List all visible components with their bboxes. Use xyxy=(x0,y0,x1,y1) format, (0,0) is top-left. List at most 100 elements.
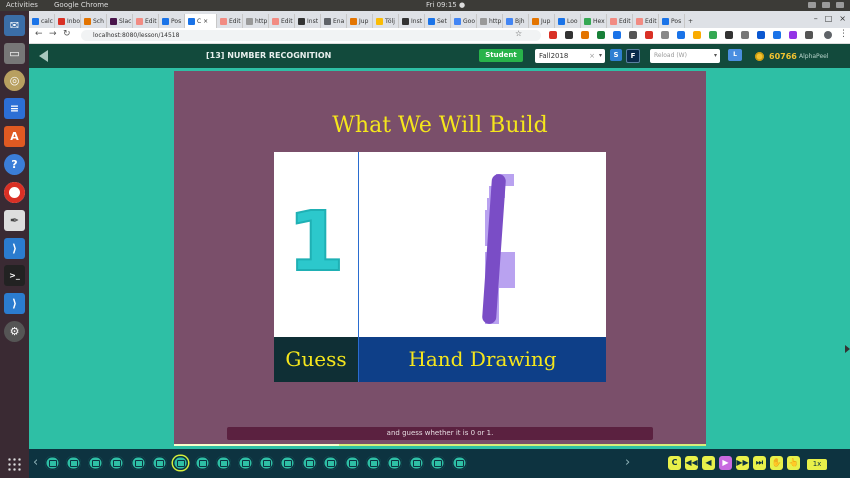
slide-thumbnail[interactable] xyxy=(408,456,424,470)
slide-thumbnail[interactable] xyxy=(45,456,60,470)
inkscape-icon[interactable]: ✒ xyxy=(4,210,25,231)
reload-select[interactable]: Reload (W) ▾ xyxy=(650,49,720,63)
files-icon[interactable]: ▭ xyxy=(4,43,25,64)
extension-icon[interactable] xyxy=(597,31,605,39)
browser-tab[interactable]: Ena xyxy=(321,14,347,28)
chevron-down-icon[interactable]: ▾ xyxy=(599,49,602,63)
reload-icon[interactable]: ↻ xyxy=(63,29,71,39)
extension-icon[interactable] xyxy=(805,31,813,39)
extension-icon[interactable] xyxy=(709,31,717,39)
slide-thumbnail[interactable] xyxy=(152,456,167,470)
extension-icon[interactable] xyxy=(773,31,781,39)
browser-tab[interactable]: Inbo xyxy=(55,14,81,28)
browser-tab[interactable]: Edit xyxy=(633,14,659,28)
player-control-button[interactable]: ▶ xyxy=(719,456,732,470)
browser-tab[interactable]: Jup xyxy=(529,14,555,28)
browser-tab[interactable]: Pos xyxy=(659,14,685,28)
system-tray[interactable] xyxy=(808,2,844,8)
activities-button[interactable]: Activities xyxy=(6,1,38,9)
browser-tab[interactable]: Tölj xyxy=(373,14,399,28)
student-button[interactable]: Student xyxy=(479,49,523,62)
extension-icon[interactable] xyxy=(549,31,557,39)
close-window-icon[interactable]: × xyxy=(839,14,846,23)
slide-thumbnail[interactable] xyxy=(130,456,146,470)
new-tab-button[interactable]: + xyxy=(685,14,699,28)
slide-thumbnail[interactable] xyxy=(430,456,446,470)
player-control-button[interactable]: ⏭ xyxy=(753,456,766,470)
player-control-button[interactable]: ◀ xyxy=(702,456,715,470)
document-icon[interactable]: ≡ xyxy=(4,98,25,119)
extension-icon[interactable] xyxy=(741,31,749,39)
user-name[interactable]: AlphaPeel xyxy=(799,53,829,60)
extension-icon[interactable] xyxy=(565,31,573,39)
minimize-icon[interactable]: – xyxy=(814,14,818,23)
extension-icon[interactable] xyxy=(613,31,621,39)
extension-icon[interactable] xyxy=(581,31,589,39)
extension-icon[interactable] xyxy=(629,31,637,39)
player-control-button[interactable]: ✋ xyxy=(770,456,783,470)
slide-thumbnail[interactable] xyxy=(194,456,210,470)
slide-thumbnail[interactable] xyxy=(366,456,381,470)
updater-icon[interactable]: ⚙ xyxy=(4,321,25,342)
browser-tab[interactable]: Pos xyxy=(159,14,185,28)
slide-thumbnail[interactable] xyxy=(173,456,189,470)
player-control-button[interactable]: ▶▶ xyxy=(736,456,749,470)
terminal-icon[interactable]: >_ xyxy=(4,265,25,286)
show-apps-icon[interactable] xyxy=(7,457,22,472)
slide-thumbnail[interactable] xyxy=(344,456,360,470)
browser-tab[interactable]: calc xyxy=(29,14,55,28)
browser-tab[interactable]: C × xyxy=(185,14,217,28)
browser-tab[interactable]: Edit xyxy=(133,14,159,28)
back-icon[interactable]: ← xyxy=(35,29,43,39)
slide-thumbnail[interactable] xyxy=(66,456,82,470)
settings-app-icon[interactable]: ◎ xyxy=(4,70,25,91)
slide-thumbnail[interactable] xyxy=(216,456,232,470)
browser-tab[interactable]: Loo xyxy=(555,14,581,28)
mail-icon[interactable]: ✉ xyxy=(4,15,25,36)
browser-tab[interactable]: Inst xyxy=(295,14,321,28)
browser-tab[interactable]: Edit xyxy=(217,14,243,28)
software-center-icon[interactable]: A xyxy=(4,126,25,147)
browser-tab[interactable]: Sch xyxy=(81,14,107,28)
browser-tab[interactable]: Inst xyxy=(399,14,425,28)
browser-tab[interactable]: Goo xyxy=(451,14,477,28)
extension-icon[interactable] xyxy=(677,31,685,39)
l-button[interactable]: L xyxy=(728,49,742,61)
player-control-button[interactable]: 👆 xyxy=(787,456,800,470)
next-slide-icon[interactable]: › xyxy=(625,456,630,469)
browser-tab[interactable]: Jup xyxy=(347,14,373,28)
vscode-icon[interactable]: ⟩ xyxy=(4,238,25,259)
slide-thumbnail[interactable] xyxy=(259,456,274,470)
browser-tab[interactable]: Hex xyxy=(581,14,607,28)
extension-icon[interactable] xyxy=(661,31,669,39)
system-clock[interactable]: Fri 09:15 ● xyxy=(426,1,465,9)
back-arrow-icon[interactable] xyxy=(39,50,48,62)
chevron-down-icon[interactable]: ▾ xyxy=(714,49,717,63)
browser-tab[interactable]: http xyxy=(477,14,503,28)
prev-slide-icon[interactable]: ‹ xyxy=(33,456,38,469)
drawing-canvas[interactable] xyxy=(359,152,606,337)
bookmark-star-icon[interactable]: ☆ xyxy=(515,29,522,38)
slide-thumbnail[interactable] xyxy=(237,456,253,470)
slide-thumbnail[interactable] xyxy=(323,456,339,470)
address-bar[interactable]: localhost:8080/lesson/14518 xyxy=(81,30,541,41)
browser-tab[interactable]: Set xyxy=(425,14,451,28)
extension-icon[interactable] xyxy=(725,31,733,39)
clear-icon[interactable]: × xyxy=(589,49,595,63)
browser-tab[interactable]: http xyxy=(243,14,269,28)
slide-thumbnail[interactable] xyxy=(280,456,296,470)
speed-button[interactable]: 1x xyxy=(807,459,827,470)
chrome-menu-icon[interactable]: ⋮ xyxy=(839,29,848,39)
term-select[interactable]: Fall2018 × ▾ xyxy=(535,49,605,63)
chrome-icon[interactable] xyxy=(4,182,25,203)
s-button[interactable]: S xyxy=(610,49,622,61)
extension-icon[interactable] xyxy=(645,31,653,39)
profile-avatar[interactable] xyxy=(824,31,832,39)
forward-icon[interactable]: → xyxy=(49,29,57,39)
slide-thumbnail[interactable] xyxy=(387,456,403,470)
extension-icon[interactable] xyxy=(789,31,797,39)
vscode-insiders-icon[interactable]: ⟩ xyxy=(4,293,25,314)
browser-tab[interactable]: Edit xyxy=(269,14,295,28)
help-icon[interactable]: ? xyxy=(4,154,25,175)
extension-icon[interactable] xyxy=(757,31,765,39)
